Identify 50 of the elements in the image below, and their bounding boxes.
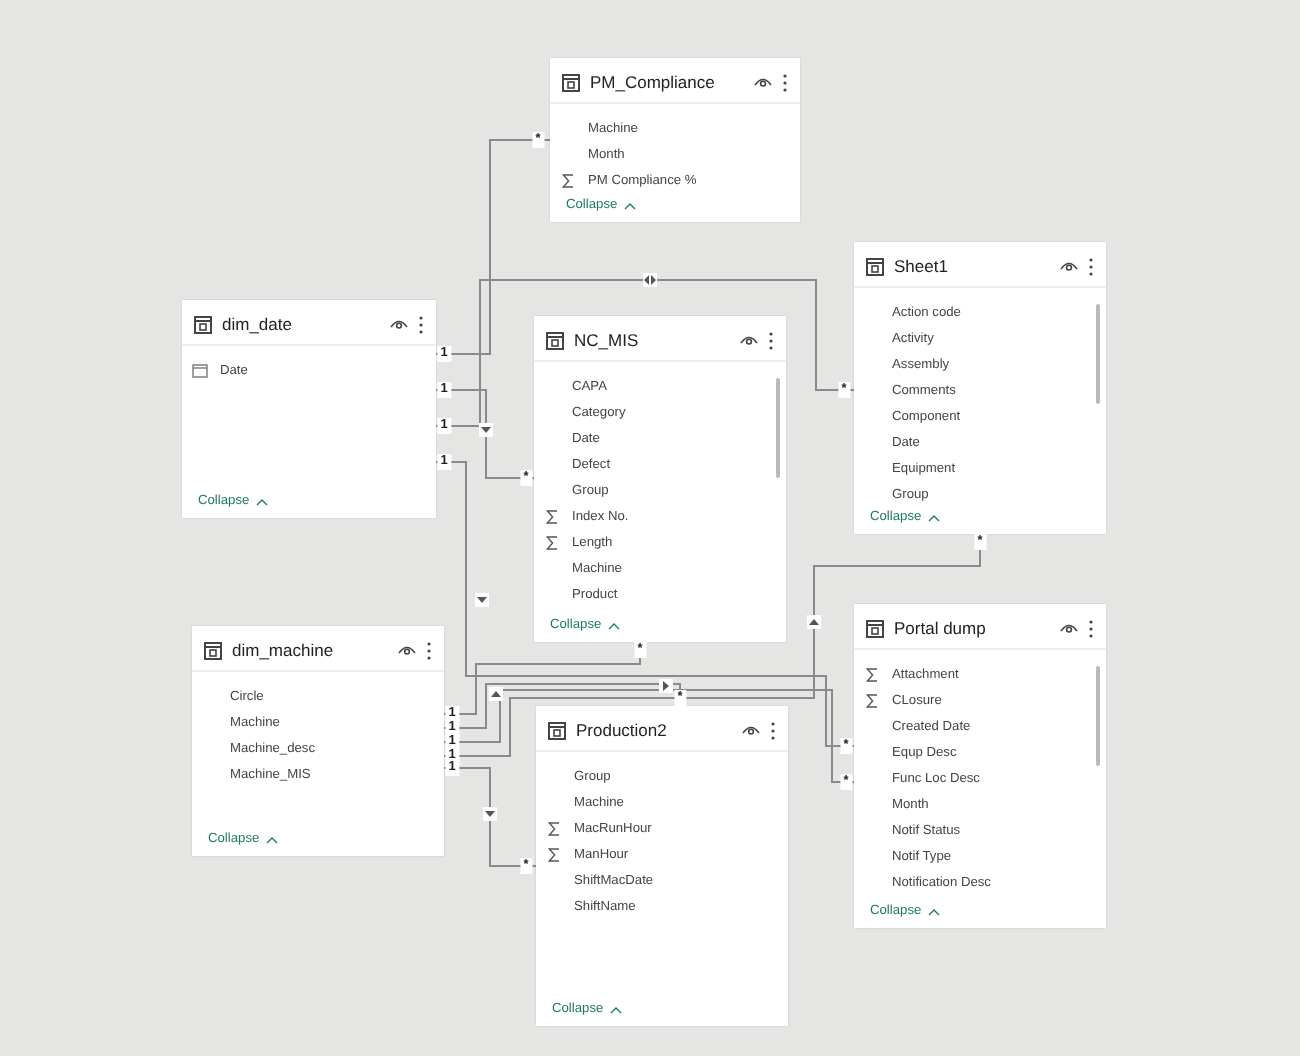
eye-icon[interactable] [398, 644, 416, 656]
more-options-icon[interactable] [1088, 619, 1094, 637]
filter-direction-icon [807, 615, 821, 629]
table-icon [546, 331, 564, 349]
caret-icon [255, 497, 268, 505]
more-options-icon[interactable] [1088, 257, 1094, 275]
filter-direction-icon [483, 807, 497, 821]
filter-direction-icon [479, 423, 493, 437]
table-name: dim_machine [232, 640, 336, 660]
table-name: Sheet1 [894, 256, 950, 276]
table-name: dim_date [222, 314, 294, 334]
table-icon [548, 721, 566, 739]
more-options-icon[interactable] [770, 721, 776, 739]
table-icon [866, 257, 884, 275]
more-options-icon[interactable] [426, 641, 432, 659]
table-icon [866, 619, 884, 637]
eye-icon[interactable] [742, 724, 760, 736]
more-options-icon[interactable] [768, 331, 774, 349]
caret-icon [265, 835, 278, 843]
relationship-line[interactable] [489, 767, 491, 867]
caret-icon [607, 621, 620, 629]
eye-icon[interactable] [390, 318, 408, 330]
table-icon [204, 641, 222, 659]
eye-icon[interactable] [1060, 622, 1078, 634]
filter-direction-icon [475, 593, 489, 607]
filter-direction-icon [489, 687, 503, 701]
eye-icon[interactable] [754, 76, 772, 88]
filter-direction-icon [643, 273, 657, 287]
filter-direction-icon [659, 679, 673, 693]
sigma-icon [562, 174, 574, 188]
table-name: Production2 [576, 720, 669, 740]
caret-icon [609, 1005, 622, 1013]
more-options-icon[interactable] [418, 315, 424, 333]
table-name: Portal dump [894, 618, 988, 638]
caret-icon [927, 513, 940, 521]
scrollbar[interactable] [776, 378, 780, 478]
eye-icon[interactable] [1060, 260, 1078, 272]
table-name: NC_MIS [574, 330, 641, 350]
table-icon [194, 315, 212, 333]
eye-icon[interactable] [740, 334, 758, 346]
calendar-icon [192, 364, 208, 378]
relationship-line[interactable] [813, 565, 815, 699]
caret-icon [927, 907, 940, 915]
table-icon [562, 73, 580, 91]
caret-icon [623, 201, 636, 209]
more-options-icon[interactable] [782, 73, 788, 91]
table-name: PM_Compliance [590, 72, 717, 92]
relationship-line[interactable] [485, 389, 487, 479]
scrollbar[interactable] [1096, 304, 1100, 404]
scrollbar[interactable] [1096, 666, 1100, 766]
